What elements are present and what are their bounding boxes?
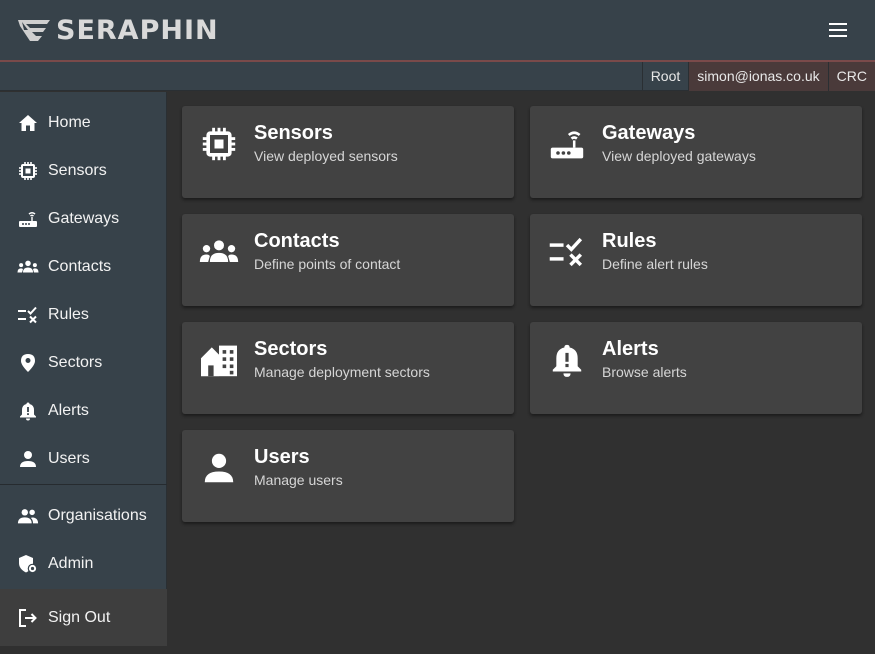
card-subtitle: View deployed sensors [254,148,398,164]
sidebar-item-label: Users [48,450,90,467]
rule-icon [17,304,39,326]
sidebar: Home Sensors Gateways Contacts Rules Sec… [0,92,167,654]
card-subtitle: Browse alerts [602,364,687,380]
card-title: Sensors [254,122,333,144]
sidebar-item-label: Gateways [48,210,120,227]
logo-text: SERAPHIN [56,14,219,46]
card-title: Users [254,446,310,468]
sidebar-item-label: Sectors [48,354,103,371]
admin-shield-icon [17,553,39,575]
domain-icon [199,340,239,380]
card-title: Sectors [254,338,328,360]
sidebar-item-label: Organisations [48,507,147,524]
card-title: Gateways [602,122,696,144]
card-subtitle: Define alert rules [602,256,708,272]
group-icon [17,256,39,278]
card-rules[interactable]: Rules Define alert rules [530,214,862,306]
sidebar-item-home[interactable]: Home [0,99,167,147]
router-icon [17,208,39,230]
user-email[interactable]: simon@ionas.co.uk [688,62,828,91]
card-title: Alerts [602,338,659,360]
sidebar-item-alerts[interactable]: Alerts [0,387,167,435]
sidebar-item-gateways[interactable]: Gateways [0,195,167,243]
person-icon [199,448,239,488]
card-gateways[interactable]: Gateways View deployed gateways [530,106,862,198]
card-subtitle: Manage users [254,472,343,488]
bell-alert-icon [17,400,39,422]
location-pin-icon [17,352,39,374]
card-contacts[interactable]: Contacts Define points of contact [182,214,514,306]
sidebar-item-contacts[interactable]: Contacts [0,243,167,291]
card-title: Contacts [254,230,340,252]
people-icon [17,505,39,527]
sidebar-item-signout[interactable]: Sign Out [0,594,167,642]
sidebar-item-sectors[interactable]: Sectors [0,339,167,387]
person-icon [17,448,39,470]
card-users[interactable]: Users Manage users [182,430,514,522]
bell-alert-icon [547,340,587,380]
sidebar-item-admin[interactable]: Admin [0,540,167,588]
card-sectors[interactable]: Sectors Manage deployment sectors [182,322,514,414]
logo[interactable]: SERAPHIN [16,14,219,46]
sidebar-item-label: Sensors [48,162,107,179]
home-icon [17,112,39,134]
sidebar-item-label: Rules [48,306,89,323]
sidebar-item-label: Home [48,114,91,131]
sidebar-item-label: Alerts [48,402,89,419]
group-icon [199,232,239,272]
sidebar-footer [0,646,167,654]
sidebar-item-rules[interactable]: Rules [0,291,167,339]
sidebar-item-users[interactable]: Users [0,435,167,483]
seraphin-wing-icon [18,20,50,41]
organisation-badge[interactable]: CRC [827,62,875,91]
rule-icon [547,232,587,272]
role-badge: Root [641,62,689,91]
sign-out-label: Sign Out [48,609,111,626]
hamburger-menu-icon[interactable] [829,20,851,40]
app-header: SERAPHIN [0,0,875,60]
card-subtitle: Define points of contact [254,256,401,272]
sidebar-item-label: Admin [48,555,94,572]
chip-icon [199,124,239,164]
router-icon [547,124,587,164]
sidebar-item-label: Contacts [48,258,112,275]
sidebar-item-organisations[interactable]: Organisations [0,492,167,540]
status-bar: Root simon@ionas.co.uk CRC [0,62,875,91]
card-subtitle: View deployed gateways [602,148,756,164]
logout-icon [17,607,39,629]
sidebar-item-sensors[interactable]: Sensors [0,147,167,195]
card-sensors[interactable]: Sensors View deployed sensors [182,106,514,198]
sign-out-button[interactable]: Sign Out [0,589,167,646]
card-subtitle: Manage deployment sectors [254,364,430,380]
chip-icon [17,160,39,182]
card-title: Rules [602,230,657,252]
sidebar-divider [0,484,167,485]
card-alerts[interactable]: Alerts Browse alerts [530,322,862,414]
